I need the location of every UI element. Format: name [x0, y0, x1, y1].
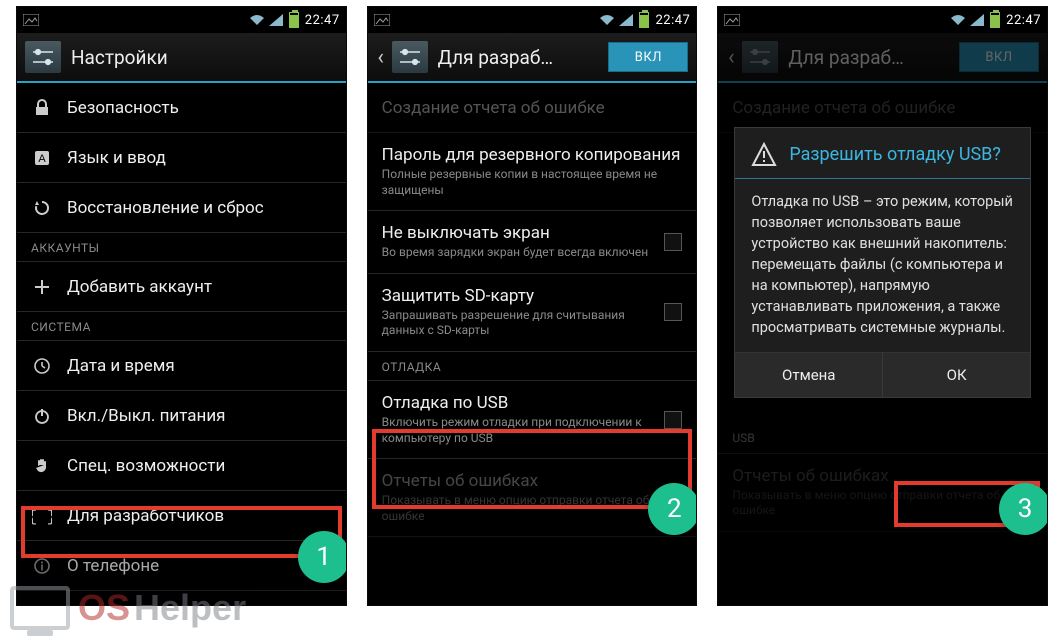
row-stay-awake[interactable]: Не выключать экран Во время зарядки экра…	[368, 211, 697, 274]
battery-icon	[289, 12, 299, 28]
settings-list: Безопасность A Язык и ввод Восстановлени…	[17, 83, 346, 605]
svg-text:{ }: { }	[32, 508, 52, 525]
settings-icon[interactable]	[25, 41, 61, 73]
cancel-button[interactable]: Отмена	[735, 353, 882, 397]
row-label: Язык и ввод	[67, 148, 332, 168]
lock-icon	[31, 97, 53, 119]
row-security[interactable]: Безопасность	[17, 83, 346, 133]
step-badge-2: 2	[648, 483, 697, 535]
row-add-account[interactable]: Добавить аккаунт	[17, 262, 346, 312]
page-title: Для разраб…	[438, 46, 599, 69]
developer-toggle[interactable]: ВКЛ	[608, 42, 688, 72]
phone-screen-3: 22:47 ‹ Для разраб… ВКЛ Создание отчета …	[717, 6, 1048, 606]
developer-toggle: ВКЛ	[959, 42, 1039, 72]
row-sub: Запрашивать разрешение для считывания да…	[382, 308, 651, 339]
plus-icon	[31, 276, 53, 298]
checkbox[interactable]	[664, 303, 682, 321]
watermark-oshelper: OSHelper	[10, 586, 246, 630]
warning-icon	[751, 142, 777, 168]
step-badge-1: 1	[298, 531, 347, 583]
row-label: Дата и время	[67, 356, 332, 376]
section-accounts: АККАУНТЫ	[17, 233, 346, 262]
row-backup-password[interactable]: Пароль для резервного копирования Полные…	[368, 133, 697, 211]
checkbox[interactable]	[664, 411, 682, 429]
row-label: Безопасность	[67, 98, 332, 118]
settings-icon[interactable]	[392, 41, 428, 73]
app-header: ‹ Для разраб… ВКЛ	[718, 33, 1047, 83]
battery-icon	[639, 12, 649, 28]
monitor-icon	[10, 586, 70, 630]
row-label: Добавить аккаунт	[67, 277, 332, 297]
wifi-icon	[249, 14, 263, 26]
row-label: Создание отчета об ошибке	[382, 98, 683, 118]
wifi-icon	[950, 14, 964, 26]
row-usb-debugging[interactable]: Отладка по USB Включить режим отладки пр…	[368, 381, 697, 459]
row-language[interactable]: A Язык и ввод	[17, 133, 346, 183]
battery-icon	[990, 12, 1000, 28]
restore-icon	[31, 197, 53, 219]
status-bar: 22:47	[368, 7, 697, 33]
section-system: СИСТЕМА	[17, 312, 346, 341]
back-icon[interactable]: ‹	[376, 48, 386, 66]
status-bar: 22:47	[17, 7, 346, 33]
usb-debug-dialog: Разрешить отладку USB? Отладка по USB – …	[734, 127, 1031, 398]
row-bug-reports[interactable]: Отчеты об ошибках Показывать в меню опци…	[368, 459, 697, 537]
info-icon	[31, 555, 53, 577]
row-label: Вкл./Выкл. питания	[67, 406, 332, 426]
phone-screen-2: 22:47 ‹ Для разраб… ВКЛ Создание отчета …	[367, 6, 698, 606]
row-backup-reset[interactable]: Восстановление и сброс	[17, 183, 346, 233]
signal-icon	[269, 14, 283, 26]
status-time: 22:47	[1006, 13, 1041, 28]
row-accessibility[interactable]: Спец. возможности	[17, 441, 346, 491]
page-title: Для разраб…	[788, 46, 949, 69]
row-sub: Показывать в меню опцию отправки отчета …	[382, 493, 683, 524]
row-sub: Во время зарядки экран будет всегда вклю…	[382, 245, 651, 261]
row-sub: Полные резервные копии в настоящее время…	[382, 167, 683, 198]
braces-icon: { }	[31, 505, 53, 527]
section-debug: ОТЛАДКА	[368, 352, 697, 381]
row-label: Для разработчиков	[67, 506, 332, 526]
row-label: Спец. возможности	[67, 456, 332, 476]
app-header: ‹ Для разраб… ВКЛ	[368, 33, 697, 83]
signal-icon	[619, 14, 633, 26]
row-about-phone[interactable]: О телефоне	[17, 541, 346, 591]
row-datetime[interactable]: Дата и время	[17, 341, 346, 391]
clock-icon	[31, 355, 53, 377]
back-icon: ‹	[726, 48, 736, 66]
hand-icon	[31, 455, 53, 477]
wifi-icon	[599, 14, 613, 26]
row-label: О телефоне	[67, 556, 332, 576]
row-label: Отладка по USB	[382, 393, 651, 413]
status-time: 22:47	[305, 13, 340, 28]
app-header: Настройки	[17, 33, 346, 83]
page-title: Настройки	[71, 46, 338, 69]
gallery-icon	[724, 14, 738, 26]
checkbox[interactable]	[664, 233, 682, 251]
svg-text:A: A	[38, 153, 46, 165]
row-label: Восстановление и сброс	[67, 198, 332, 218]
row-bug-report[interactable]: Создание отчета об ошибке	[368, 83, 697, 133]
row-label: Пароль для резервного копирования	[382, 145, 683, 165]
status-bar: 22:47	[718, 7, 1047, 33]
row-power[interactable]: Вкл./Выкл. питания	[17, 391, 346, 441]
gallery-icon	[374, 14, 388, 26]
settings-icon	[742, 41, 778, 73]
signal-icon	[970, 14, 984, 26]
gallery-icon	[23, 14, 37, 26]
row-protect-sd[interactable]: Защитить SD-карту Запрашивать разрешение…	[368, 274, 697, 352]
step-badge-3: 3	[999, 483, 1048, 535]
developer-list: Создание отчета об ошибке Пароль для рез…	[368, 83, 697, 605]
row-label: Защитить SD-карту	[382, 286, 651, 306]
dialog-body: Отладка по USB – это режим, который позв…	[735, 179, 1030, 352]
power-icon	[31, 405, 53, 427]
status-time: 22:47	[655, 13, 690, 28]
phone-screen-1: 22:47 Настройки Безопасность A Язык и вв…	[16, 6, 347, 606]
row-developer-options[interactable]: { } Для разработчиков	[17, 491, 346, 541]
dialog-title: Разрешить отладку USB?	[789, 144, 1001, 167]
row-sub: Включить режим отладки при подключении к…	[382, 415, 651, 446]
language-icon: A	[31, 147, 53, 169]
row-label: Отчеты об ошибках	[382, 471, 683, 491]
row-label: Не выключать экран	[382, 223, 651, 243]
ok-button[interactable]: ОК	[882, 353, 1030, 397]
